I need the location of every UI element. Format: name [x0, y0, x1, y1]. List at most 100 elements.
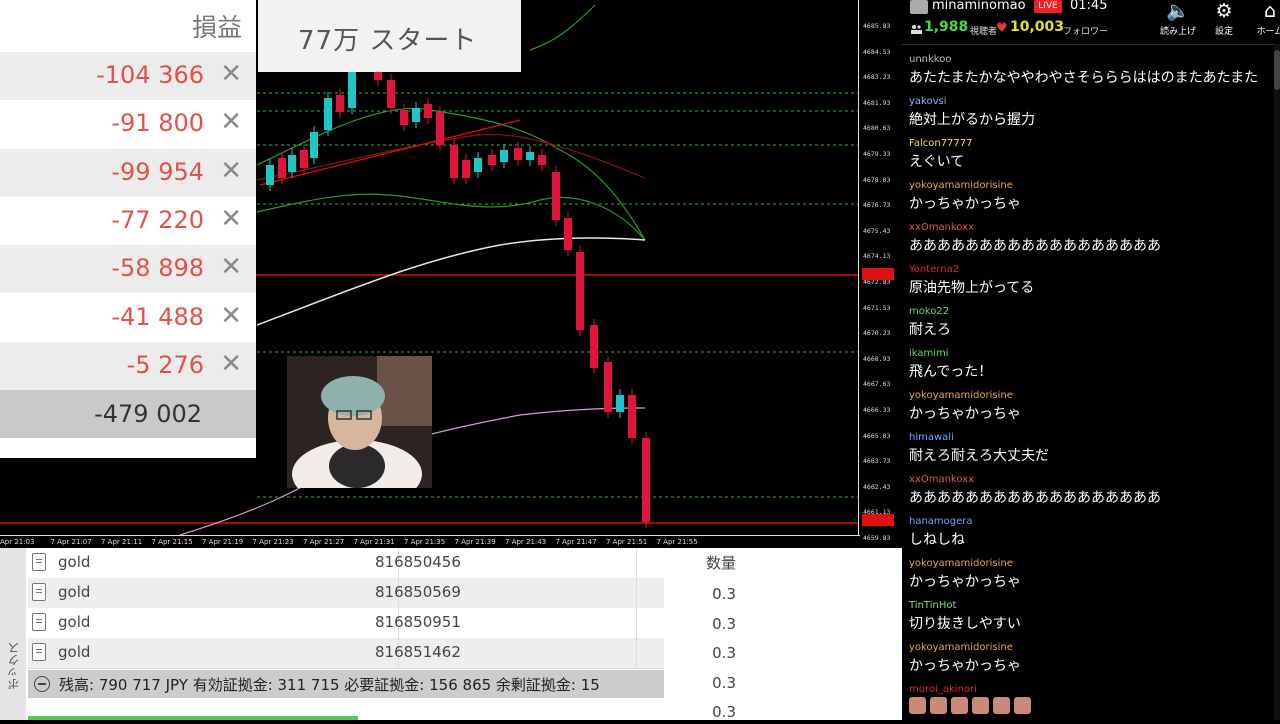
chat-message: xxOmankoxx ああああああああああああああああああ [902, 472, 1274, 514]
emote-icon[interactable] [951, 697, 968, 714]
symbol-cell: gold [58, 553, 91, 571]
emote-icon[interactable] [1014, 697, 1031, 714]
chat-message: moko22 耐えろ [902, 304, 1274, 346]
ticket-cell: 816850951 [375, 613, 461, 631]
home-button[interactable]: ⌂ ホーム [1248, 0, 1280, 40]
price-tick-label: 4670.23 [863, 329, 891, 338]
pnl-total-value: -479 002 [94, 400, 202, 428]
balance-row: 残高: 790 717 JPY 有効証拠金: 311 715 必要証拠金: 15… [28, 670, 664, 698]
document-icon [32, 643, 46, 661]
viewer-label: 視聴者 [970, 27, 998, 37]
pnl-row: -99 954 ✕ [0, 148, 256, 197]
candle-body [450, 145, 458, 178]
candle-body [266, 165, 274, 185]
chat-message: yokoyamamidorisine かっちゃかっちゃ [902, 556, 1274, 598]
emote-icon[interactable] [993, 697, 1010, 714]
price-tick-label: 4679.33 [863, 150, 891, 158]
time-tick-label: 7 Apr 21:47 [555, 538, 597, 546]
chat-username[interactable]: yokoyamamidorisine [909, 180, 1013, 191]
follower-label: フォロワー [1063, 27, 1109, 37]
candle-body [642, 438, 650, 522]
emote-icon[interactable] [930, 697, 947, 714]
chat-username[interactable]: yokoyamamidorisine [909, 558, 1013, 569]
scroll-thumb[interactable] [1274, 50, 1280, 90]
candle-body [526, 152, 534, 160]
price-tick-label: 4668.93 [863, 354, 891, 363]
price-tick-label: 4666.33 [863, 406, 891, 414]
chat-username[interactable]: TinTinHot [909, 600, 956, 611]
time-tick-label: 7 Apr 21:39 [454, 538, 496, 546]
chat-scrollbar[interactable] [1274, 44, 1280, 720]
chat-message: Yonterna2 原油先物上がってる [902, 262, 1274, 304]
table-row[interactable]: gold 816850456 [28, 548, 664, 579]
chat-username[interactable]: yokoyamamidorisine [909, 390, 1013, 401]
toolbox-tab[interactable]: ボックス [0, 548, 26, 720]
table-row[interactable]: gold 816850569 [28, 578, 664, 609]
price-tick-label: 4685.83 [863, 22, 891, 30]
streamer-name: minaminomao [932, 0, 1026, 13]
chat-username[interactable]: Falcon77777 [909, 138, 973, 149]
qty-cell: 0.3 [712, 585, 736, 603]
time-tick-label: Apr 21:03 [0, 538, 35, 546]
button-label: ホーム [1256, 27, 1280, 37]
collapse-icon[interactable] [34, 676, 50, 692]
pnl-value: -91 800 [111, 109, 204, 138]
chat-username[interactable]: yokoyamamidorisine [909, 642, 1013, 653]
chat-username[interactable]: muroi_akinori [909, 684, 977, 695]
chat-username[interactable]: yakovsi [909, 96, 947, 107]
symbol-cell: gold [58, 643, 91, 661]
pnl-value: -41 488 [111, 302, 204, 331]
table-row[interactable]: gold 816850951 [28, 608, 664, 639]
chat-message: himawali 耐えろ耐えろ大丈夫だ [902, 430, 1274, 472]
chat-text: 耐えろ [909, 322, 951, 338]
pnl-header-label: 損益 [191, 13, 242, 42]
close-icon[interactable]: ✕ [220, 59, 242, 89]
button-label: 設定 [1214, 27, 1233, 37]
time-tick-label: 7 Apr 21:55 [656, 538, 698, 546]
document-icon [32, 553, 46, 571]
close-icon[interactable]: ✕ [220, 204, 242, 234]
qty-spacer [742, 548, 902, 720]
speaker-button[interactable]: 🔈 読み上げ [1156, 0, 1200, 40]
price-tick-label: 4681.93 [863, 98, 891, 107]
chat-text: えぐいて [909, 154, 965, 170]
pnl-value: -99 954 [111, 157, 204, 186]
table-row[interactable]: gold 816851462 [28, 638, 664, 669]
avatar [910, 0, 928, 14]
chat-text: ああああああああああああああああああ [909, 238, 1161, 254]
price-tick-label: 4667.63 [863, 380, 891, 389]
chat-username[interactable]: xxOmankoxx [909, 474, 974, 485]
toolbox-tab-label: ボックス [7, 642, 21, 690]
chat-text: 絶対上がるから握力 [909, 112, 1035, 128]
follower-count: 10,003 [1010, 19, 1065, 35]
close-icon[interactable]: ✕ [220, 156, 242, 186]
qty-header: 数量 [705, 554, 736, 572]
stream-time: 01:45 [1070, 0, 1108, 13]
emote-icon[interactable] [972, 697, 989, 714]
document-icon [32, 613, 46, 631]
chat-text: かっちゃかっちゃ [909, 406, 1021, 422]
chat-username[interactable]: unnkkoo [909, 54, 951, 65]
chat-username[interactable]: moko22 [909, 306, 949, 317]
candle-body [564, 218, 572, 250]
gear-button[interactable]: ⚙ 設定 [1202, 0, 1246, 40]
chat-username[interactable]: ikamimi [909, 348, 949, 359]
chat-message: Falcon77777 えぐいて [902, 136, 1274, 178]
chat-username[interactable]: xxOmankoxx [909, 222, 974, 233]
ticket-cell: 816851462 [375, 643, 461, 661]
close-icon[interactable]: ✕ [220, 349, 242, 379]
close-icon[interactable]: ✕ [220, 252, 242, 282]
candle-body [462, 160, 470, 178]
time-tick-label: 7 Apr 21:15 [151, 538, 193, 546]
close-icon[interactable]: ✕ [220, 301, 242, 331]
chat-username[interactable]: Yonterna2 [909, 264, 959, 275]
chat-username[interactable]: hanamogera [909, 516, 973, 527]
chat-username[interactable]: himawali [909, 432, 954, 443]
stream-panel: minaminomao LIVE 01:45 1,988 視聴者 ♥ 10,00… [902, 0, 1280, 720]
emote-icon[interactable] [909, 697, 926, 714]
bollinger-upper-line [529, 4, 596, 51]
close-icon[interactable]: ✕ [220, 107, 242, 137]
chat-message: unnkkoo あたたまたかなややわやさそらららははのまたあたまた [902, 52, 1274, 94]
chat-text: ああああああああああああああああああ [909, 490, 1161, 506]
bid-price-marker [862, 514, 894, 526]
